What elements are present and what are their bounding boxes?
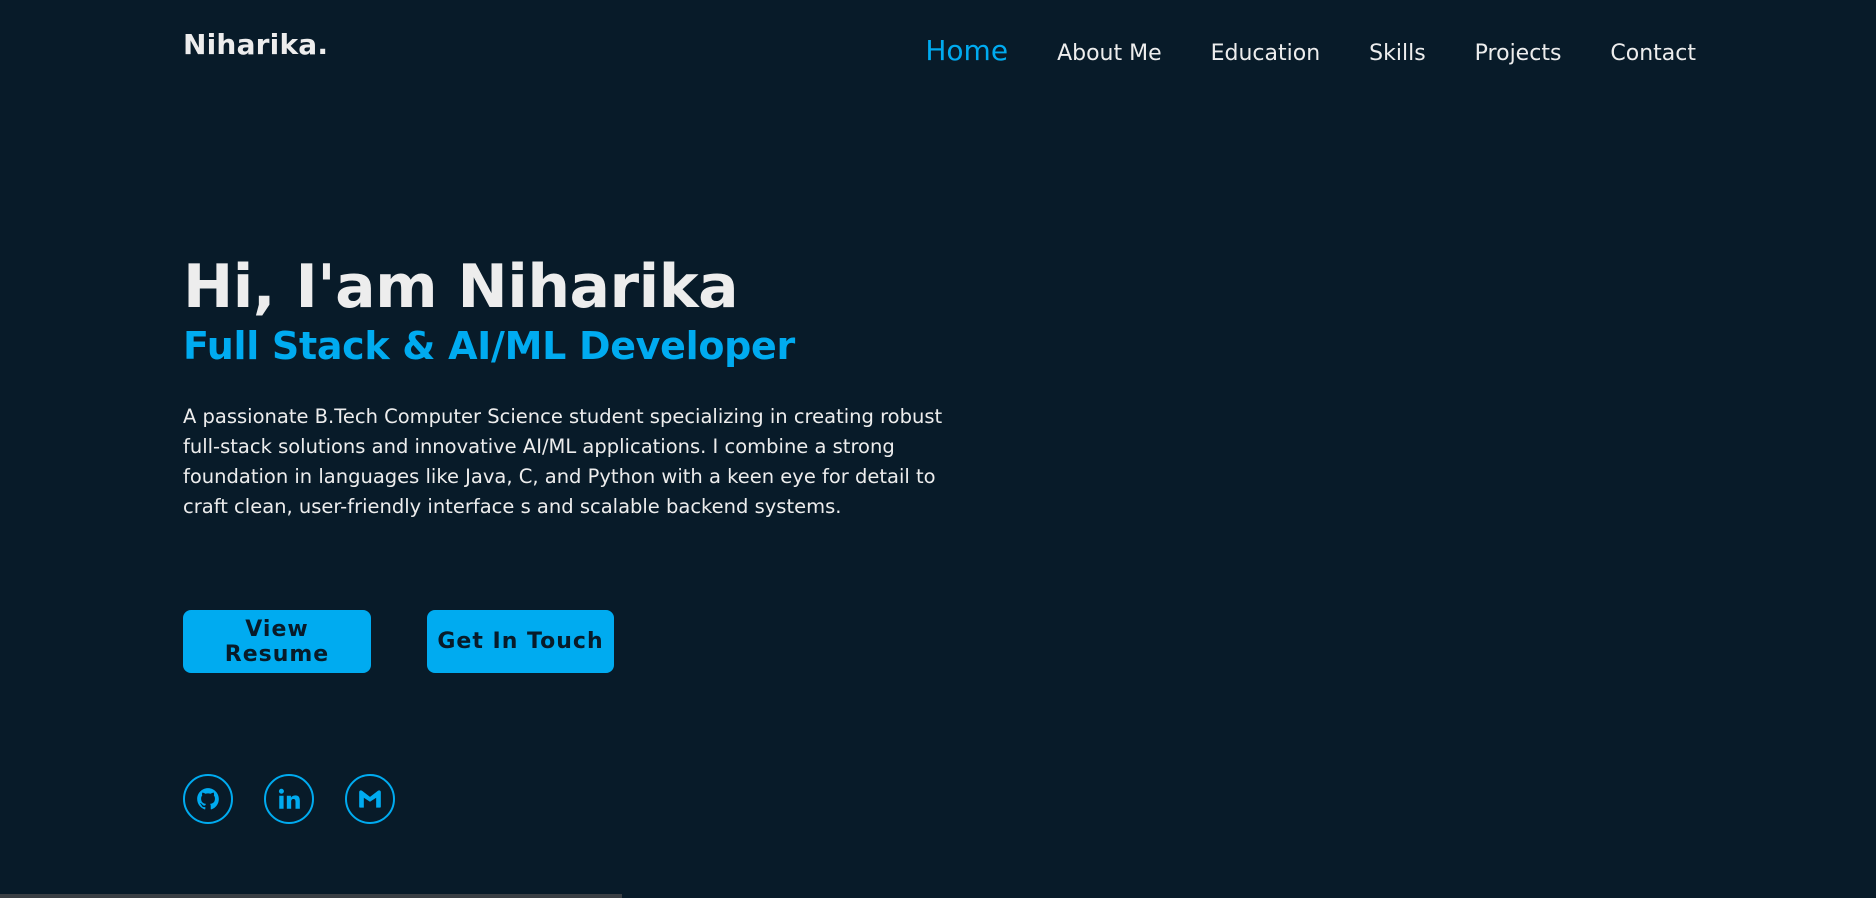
- github-icon: [195, 786, 221, 812]
- main-nav: Home About Me Education Skills Projects …: [925, 34, 1696, 67]
- social-links: [183, 774, 395, 824]
- gmail-link[interactable]: [345, 774, 395, 824]
- horizontal-scrollbar[interactable]: [0, 894, 622, 898]
- view-resume-button[interactable]: View Resume: [183, 610, 371, 673]
- page: Niharika. Home About Me Education Skills…: [0, 0, 1876, 898]
- hero-buttons: View Resume Get In Touch: [183, 610, 614, 673]
- get-in-touch-button[interactable]: Get In Touch: [427, 610, 614, 673]
- nav-about-me[interactable]: About Me: [1057, 41, 1162, 66]
- nav-projects[interactable]: Projects: [1475, 41, 1562, 66]
- hero-greeting: Hi, I'am Niharika: [183, 252, 739, 322]
- nav-education[interactable]: Education: [1211, 41, 1321, 66]
- gmail-icon: [357, 786, 383, 812]
- nav-home[interactable]: Home: [925, 34, 1008, 67]
- nav-skills[interactable]: Skills: [1369, 41, 1426, 66]
- hero-section: Hi, I'am Niharika Full Stack & AI/ML Dev…: [183, 250, 953, 522]
- hero-role: Full Stack & AI/ML Developer: [183, 324, 795, 368]
- linkedin-icon: [276, 786, 302, 812]
- logo[interactable]: Niharika.: [183, 28, 328, 61]
- hero-description: A passionate B.Tech Computer Science stu…: [183, 405, 943, 518]
- linkedin-link[interactable]: [264, 774, 314, 824]
- nav-contact[interactable]: Contact: [1610, 41, 1696, 66]
- github-link[interactable]: [183, 774, 233, 824]
